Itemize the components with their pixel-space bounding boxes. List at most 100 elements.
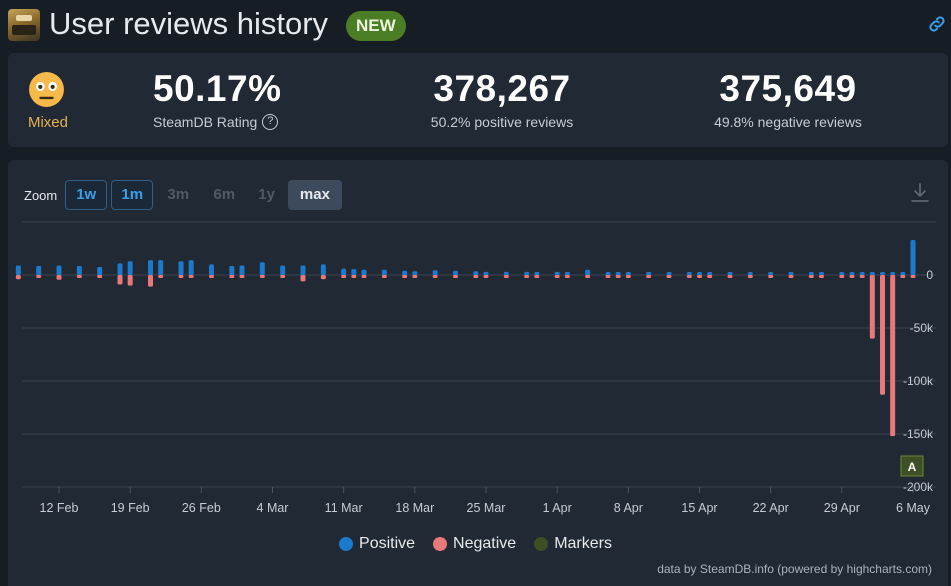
bar-positive xyxy=(666,272,672,275)
bar-positive xyxy=(229,265,235,275)
x-tick-label: 22 Apr xyxy=(753,501,789,515)
y-tick-label: -100k xyxy=(903,374,934,388)
bar-positive xyxy=(341,268,347,275)
x-tick-label: 26 Feb xyxy=(182,501,221,515)
legend-positive-dot xyxy=(339,537,354,551)
chart-bars xyxy=(15,240,916,437)
bar-negative xyxy=(483,275,489,278)
bar-negative xyxy=(209,275,214,278)
bar-positive xyxy=(788,272,794,275)
bar-negative xyxy=(381,275,387,278)
bar-negative xyxy=(859,275,865,278)
x-tick-label: 11 Mar xyxy=(325,501,363,515)
bar-positive xyxy=(178,261,184,275)
bar-negative xyxy=(320,275,326,280)
bar-positive xyxy=(117,263,123,275)
bar-negative xyxy=(900,275,906,278)
bar-negative xyxy=(890,275,896,437)
bar-negative xyxy=(534,275,540,278)
bar-negative xyxy=(341,275,347,278)
legend-positive-label: Positive xyxy=(359,535,416,552)
bar-positive xyxy=(646,272,652,275)
legend-negative-dot xyxy=(433,537,448,551)
bar-positive xyxy=(56,265,62,275)
bar-positive xyxy=(402,270,408,275)
bar-positive xyxy=(76,265,82,275)
y-tick-label: -150k xyxy=(903,427,934,441)
credit-text[interactable]: data by SteamDB.info (powered by highcha… xyxy=(657,562,932,576)
bar-negative xyxy=(178,275,184,278)
x-tick-label: 1 Apr xyxy=(543,501,572,515)
bar-positive xyxy=(880,272,885,275)
bar-negative xyxy=(646,275,652,278)
bar-negative xyxy=(747,275,753,278)
chart-markers: A xyxy=(900,455,924,477)
bar-negative xyxy=(15,275,21,280)
bar-negative xyxy=(97,275,103,278)
bar-negative xyxy=(819,275,824,278)
legend-negative-label: Negative xyxy=(453,535,517,552)
y-tick-label: 0 xyxy=(926,268,933,282)
bar-negative xyxy=(239,275,245,278)
bar-positive xyxy=(259,262,265,275)
x-tick-label: 15 Apr xyxy=(681,501,717,515)
bar-negative xyxy=(880,275,885,395)
bar-negative xyxy=(351,275,357,278)
bar-negative xyxy=(76,275,82,278)
bar-positive xyxy=(707,272,713,275)
bar-positive xyxy=(585,269,591,275)
x-tick-label: 25 Mar xyxy=(467,501,506,515)
bar-positive xyxy=(188,260,194,275)
x-tick-label: 29 Apr xyxy=(824,501,860,515)
bar-negative xyxy=(259,275,265,278)
bar-positive xyxy=(300,265,306,275)
bar-negative xyxy=(869,275,875,339)
bar-positive xyxy=(127,261,133,275)
bar-negative xyxy=(686,275,692,278)
bar-negative xyxy=(117,275,123,285)
bar-positive xyxy=(697,272,702,275)
bar-positive xyxy=(554,271,560,275)
bar-positive xyxy=(727,272,733,275)
bar-positive xyxy=(280,265,286,275)
bar-negative xyxy=(229,275,235,278)
bar-negative xyxy=(127,275,133,286)
bar-positive xyxy=(564,272,570,275)
bar-negative xyxy=(300,275,306,282)
bar-positive xyxy=(869,272,875,275)
x-axis-labels: 12 Feb 19 Feb 26 Feb 4 Mar 11 Mar 18 Mar 25 Ma… xyxy=(40,501,931,515)
bar-negative xyxy=(615,275,621,278)
bar-positive xyxy=(534,272,540,275)
bar-positive xyxy=(209,264,214,275)
legend-markers[interactable]: Markers xyxy=(534,535,612,553)
chart-legend: Positive Negative Markers xyxy=(0,535,951,553)
bar-positive xyxy=(381,269,387,275)
bar-positive xyxy=(747,272,753,275)
bar-negative xyxy=(839,275,845,278)
bar-positive xyxy=(361,269,367,275)
bar-negative xyxy=(188,275,194,278)
bar-negative xyxy=(768,275,774,278)
bar-negative xyxy=(554,275,560,278)
y-tick-label: -50k xyxy=(910,321,934,335)
bar-negative xyxy=(585,275,591,278)
bar-positive xyxy=(97,267,103,275)
bar-negative xyxy=(605,275,611,278)
bar-negative xyxy=(707,275,713,278)
bar-negative xyxy=(148,275,153,287)
bar-positive xyxy=(524,271,530,275)
legend-negative[interactable]: Negative xyxy=(433,535,516,553)
bar-positive xyxy=(849,272,855,275)
bar-negative xyxy=(402,275,408,278)
bar-positive xyxy=(473,271,479,275)
bar-negative xyxy=(808,275,814,278)
x-tick-label: 12 Feb xyxy=(40,501,79,515)
legend-markers-label: Markers xyxy=(554,535,612,552)
x-tick-label: 6 May xyxy=(896,501,931,515)
bar-positive xyxy=(453,270,458,275)
bar-negative xyxy=(564,275,570,278)
x-tick-label: 18 Mar xyxy=(395,501,434,515)
bar-negative xyxy=(666,275,672,278)
bar-positive xyxy=(625,272,631,275)
legend-positive[interactable]: Positive xyxy=(339,535,415,553)
